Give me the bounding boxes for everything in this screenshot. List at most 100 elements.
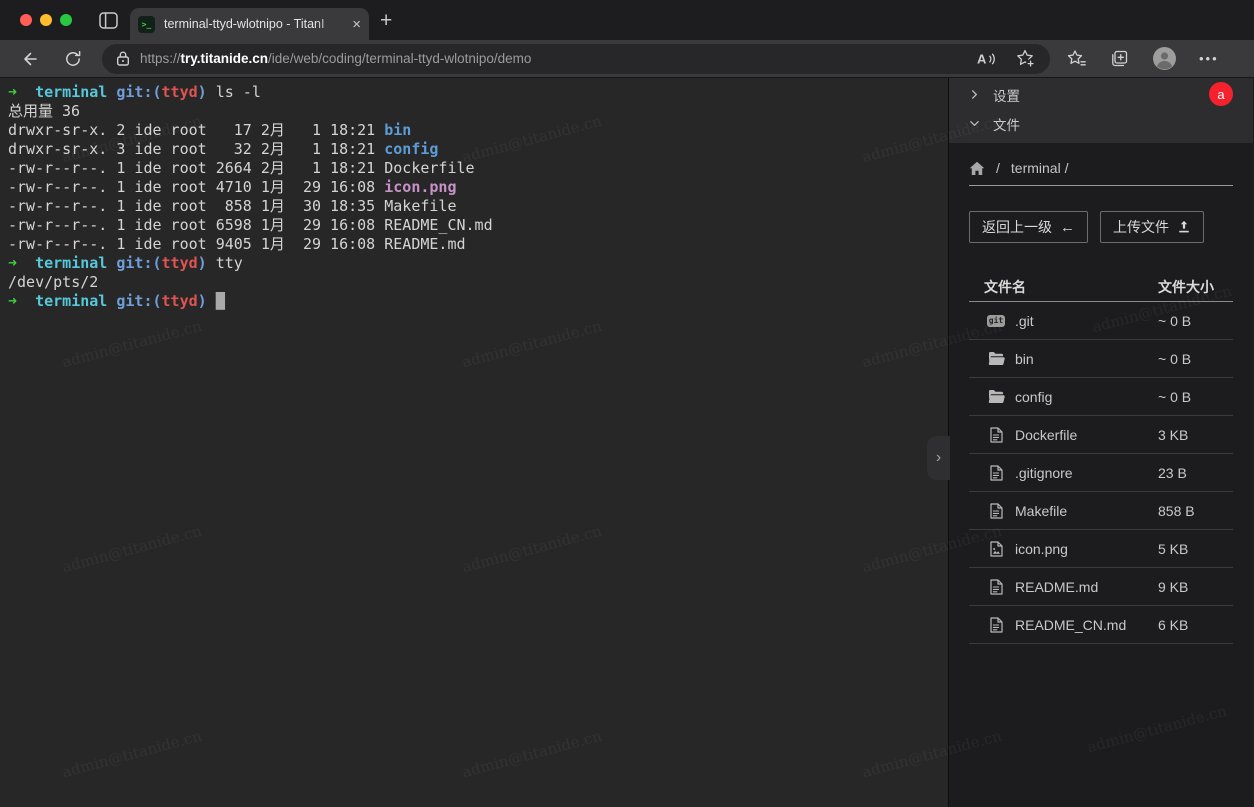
image-icon xyxy=(987,541,1005,557)
collections-icon[interactable] xyxy=(1109,48,1130,69)
sidebar: 设置 文件 a / terminal / 返回上一级 xyxy=(949,78,1253,807)
file-table-header: 文件名 文件大小 xyxy=(969,273,1233,302)
file-name: README.md xyxy=(1015,579,1158,595)
terminal-favicon-icon: >_ xyxy=(138,16,155,33)
table-row[interactable]: git.git~ 0 B xyxy=(969,302,1233,340)
breadcrumb: / terminal / xyxy=(969,160,1233,176)
section-settings-label: 设置 xyxy=(993,85,1020,105)
file-name: .gitignore xyxy=(1015,465,1158,481)
favorites-icon[interactable] xyxy=(1066,48,1087,69)
file-size: ~ 0 B xyxy=(1158,389,1233,405)
chevron-right-icon xyxy=(969,89,980,100)
back-parent-button[interactable]: 返回上一级 ← xyxy=(969,211,1088,243)
file-name: .git xyxy=(1015,313,1158,329)
table-row[interactable]: config~ 0 B xyxy=(969,378,1233,416)
avatar[interactable] xyxy=(1152,46,1177,71)
window-zoom-button[interactable] xyxy=(60,14,72,26)
back-button[interactable] xyxy=(14,49,44,69)
tab-close-button[interactable]: × xyxy=(352,17,361,32)
new-tab-button[interactable]: + xyxy=(380,9,392,33)
folder-icon xyxy=(987,351,1005,366)
window-controls xyxy=(20,14,72,26)
file-size: 23 B xyxy=(1158,465,1233,481)
titlebar: >_ terminal-ttyd-wlotnipo - TitanI × + xyxy=(0,0,1254,40)
arrow-left-icon: ← xyxy=(1060,219,1075,236)
file-panel: / terminal / 返回上一级 ← 上传文件 文件名 文件大小 xyxy=(949,160,1253,644)
file-name: bin xyxy=(1015,351,1158,367)
navbar: https://try.titanide.cn/ide/web/coding/t… xyxy=(0,40,1254,78)
table-row[interactable]: README_CN.md6 KB xyxy=(969,606,1233,644)
terminal-line: -rw-r--r--. 1 ide root 858 1月 30 18:35 M… xyxy=(8,197,948,216)
table-row[interactable]: README.md9 KB xyxy=(969,568,1233,606)
browser-tab[interactable]: >_ terminal-ttyd-wlotnipo - TitanI × xyxy=(130,8,369,40)
svg-text:A: A xyxy=(977,51,987,66)
terminal-line: -rw-r--r--. 1 ide root 2664 2月 1 18:21 D… xyxy=(8,159,948,178)
tab-title: terminal-ttyd-wlotnipo - TitanI xyxy=(164,17,348,31)
address-bar[interactable]: https://try.titanide.cn/ide/web/coding/t… xyxy=(102,44,1050,74)
terminal[interactable]: ➜ terminal git:(ttyd) ls -l总用量 36drwxr-s… xyxy=(0,78,949,807)
table-row[interactable]: Dockerfile3 KB xyxy=(969,416,1233,454)
file-icon xyxy=(987,579,1005,595)
sidebar-sections: 设置 文件 a xyxy=(949,78,1253,143)
terminal-line: /dev/pts/2 xyxy=(8,273,948,292)
breadcrumb-separator: / xyxy=(996,160,1000,176)
home-icon[interactable] xyxy=(969,161,985,176)
browser-window: { "colors": { "badge_red": "#f5222d", "t… xyxy=(0,0,1254,807)
url-scheme: https:// xyxy=(140,51,181,66)
file-size: ~ 0 B xyxy=(1158,313,1233,329)
file-name: Makefile xyxy=(1015,503,1158,519)
url-host: try.titanide.cn xyxy=(181,51,269,66)
terminal-line: drwxr-sr-x. 2 ide root 17 2月 1 18:21 bin xyxy=(8,121,948,140)
upload-icon xyxy=(1177,220,1191,234)
folder-icon xyxy=(987,389,1005,404)
back-parent-label: 返回上一级 xyxy=(982,217,1052,237)
url-text[interactable]: https://try.titanide.cn/ide/web/coding/t… xyxy=(140,51,976,66)
file-size: 6 KB xyxy=(1158,617,1233,633)
terminal-line: -rw-r--r--. 1 ide root 4710 1月 29 16:08 … xyxy=(8,178,948,197)
file-size: 9 KB xyxy=(1158,579,1233,595)
table-row[interactable]: icon.png5 KB xyxy=(969,530,1233,568)
file-icon xyxy=(987,427,1005,443)
file-size: ~ 0 B xyxy=(1158,351,1233,367)
file-table-body: git.git~ 0 Bbin~ 0 Bconfig~ 0 BDockerfil… xyxy=(969,302,1233,644)
table-row[interactable]: Makefile858 B xyxy=(969,492,1233,530)
file-name: config xyxy=(1015,389,1158,405)
upload-button[interactable]: 上传文件 xyxy=(1100,211,1204,243)
terminal-line: drwxr-sr-x. 3 ide root 32 2月 1 18:21 con… xyxy=(8,140,948,159)
name-column-header: 文件名 xyxy=(969,277,1158,297)
file-icon xyxy=(987,465,1005,481)
terminal-line: -rw-r--r--. 1 ide root 6598 1月 29 16:08 … xyxy=(8,216,948,235)
refresh-button[interactable] xyxy=(58,49,88,69)
terminal-line: ➜ terminal git:(ttyd) ls -l xyxy=(8,83,948,102)
terminal-line: 总用量 36 xyxy=(8,102,948,121)
file-size: 858 B xyxy=(1158,503,1233,519)
status-badge: a xyxy=(1209,82,1233,106)
terminal-line: -rw-r--r--. 1 ide root 9405 1月 29 16:08 … xyxy=(8,235,948,254)
add-favorite-icon[interactable] xyxy=(1015,48,1036,69)
lock-icon[interactable] xyxy=(116,50,130,67)
breadcrumb-divider xyxy=(969,185,1233,186)
panel-collapse-toggle[interactable]: › xyxy=(927,436,950,480)
settings-menu-icon[interactable]: ••• xyxy=(1199,51,1219,66)
section-settings[interactable]: 设置 xyxy=(949,80,1253,109)
table-row[interactable]: .gitignore23 B xyxy=(969,454,1233,492)
file-size: 3 KB xyxy=(1158,427,1233,443)
file-name: icon.png xyxy=(1015,541,1158,557)
file-icon xyxy=(987,503,1005,519)
upload-label: 上传文件 xyxy=(1113,217,1169,237)
file-name: README_CN.md xyxy=(1015,617,1158,633)
terminal-line: ➜ terminal git:(ttyd) █ xyxy=(8,292,948,311)
file-size: 5 KB xyxy=(1158,541,1233,557)
breadcrumb-current[interactable]: terminal / xyxy=(1011,160,1069,176)
file-icon xyxy=(987,617,1005,633)
window-minimize-button[interactable] xyxy=(40,14,52,26)
chevron-down-icon xyxy=(969,118,980,129)
window-close-button[interactable] xyxy=(20,14,32,26)
section-files[interactable]: 文件 xyxy=(949,109,1253,138)
tab-actions-icon[interactable] xyxy=(99,12,118,34)
read-aloud-icon[interactable]: A xyxy=(976,50,997,68)
url-path: /ide/web/coding/terminal-ttyd-wlotnipo/d… xyxy=(268,51,531,66)
terminal-line: ➜ terminal git:(ttyd) tty xyxy=(8,254,948,273)
size-column-header: 文件大小 xyxy=(1158,277,1233,297)
table-row[interactable]: bin~ 0 B xyxy=(969,340,1233,378)
